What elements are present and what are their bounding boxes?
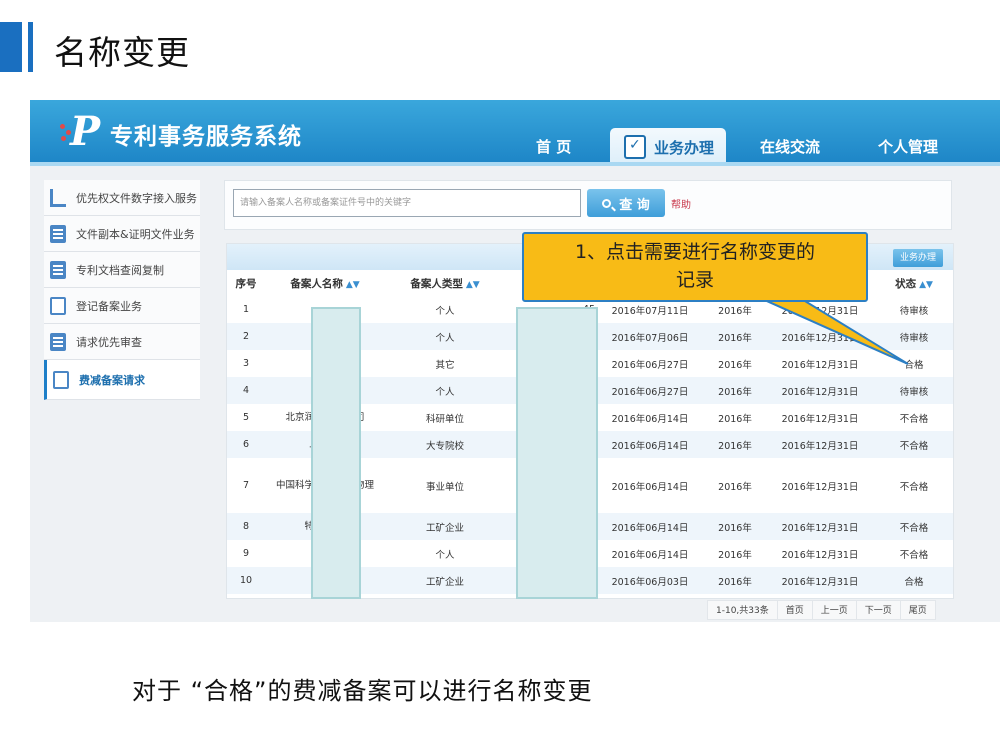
callout-pointer — [759, 297, 909, 365]
callout-line-2: 记录 — [675, 269, 714, 291]
slide-caption: 对于 “合格”的费减备案可以进行名称变更 — [132, 677, 593, 705]
instruction-callout: 1、点击需要进行名称变更的 记录 — [522, 232, 868, 302]
callout-line-1: 1、点击需要进行名称变更的 — [574, 241, 816, 263]
